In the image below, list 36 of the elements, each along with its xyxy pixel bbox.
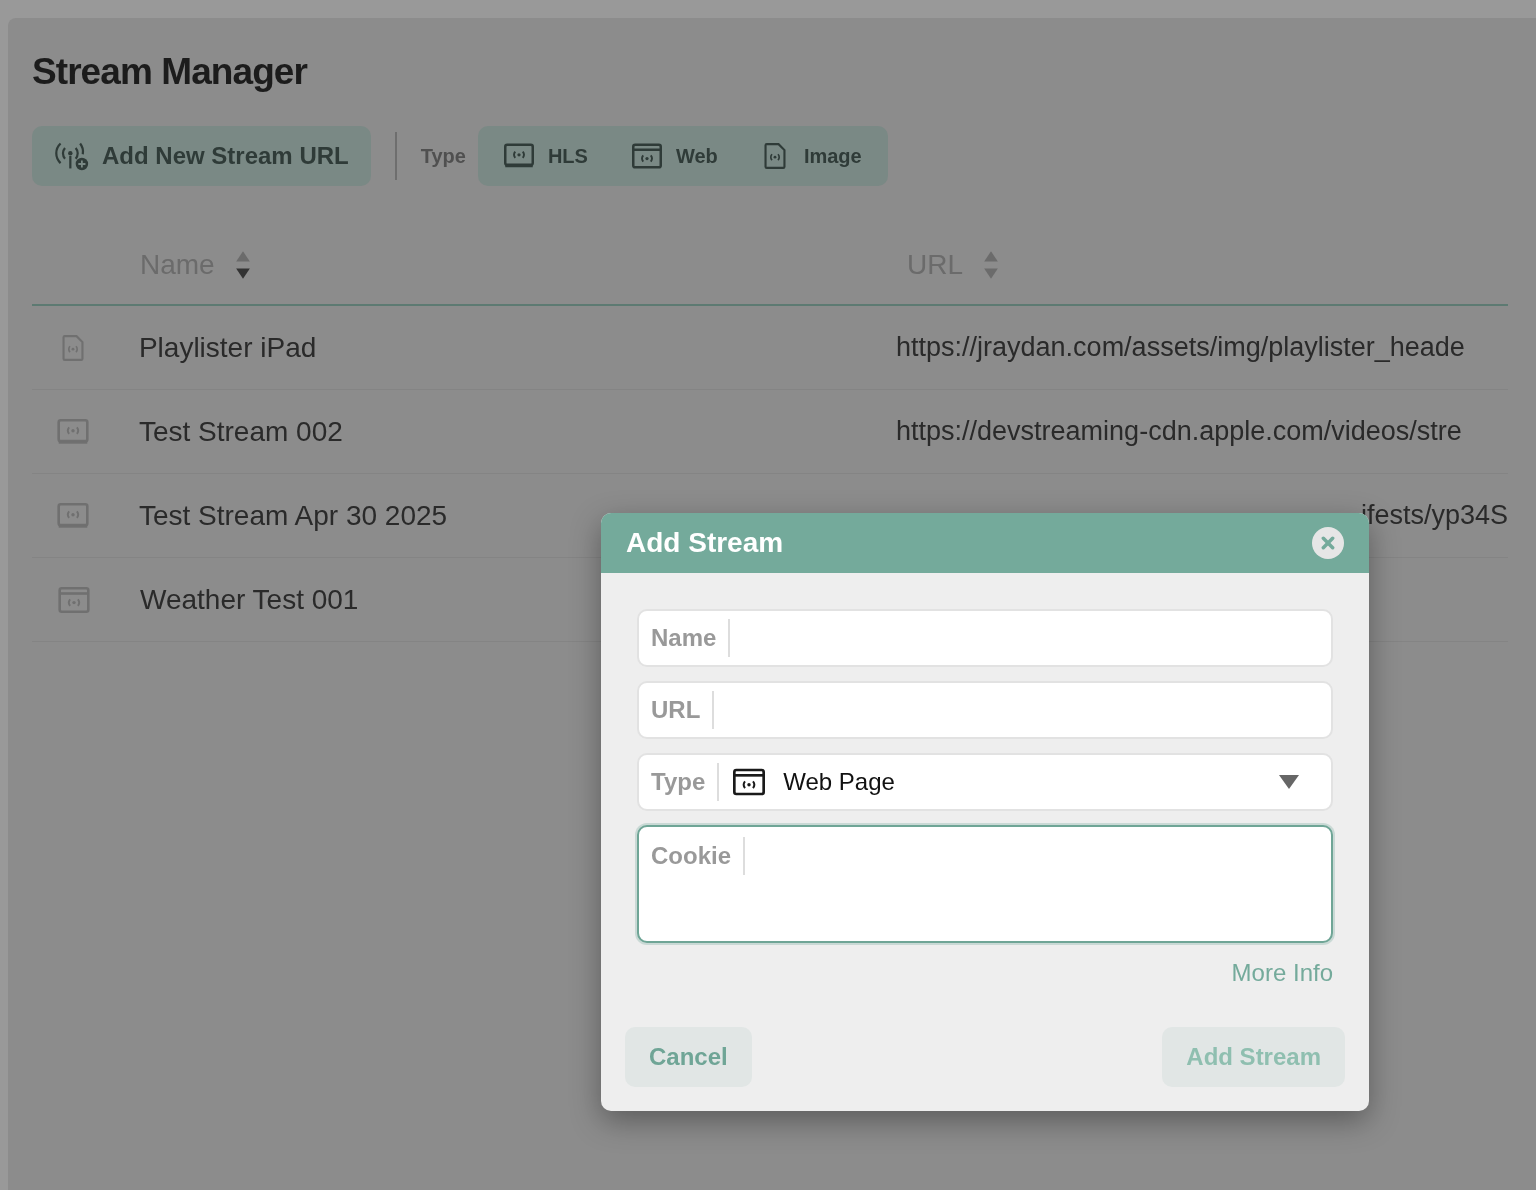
- field-label: Name: [651, 619, 731, 657]
- field-label: URL: [651, 691, 715, 729]
- table-cell-text: Playlister iPad: [138, 330, 318, 365]
- type-filter-label: Type: [420, 144, 466, 169]
- browser-window-icon: [631, 143, 662, 169]
- type-select[interactable]: Type Web Page: [637, 753, 1333, 811]
- type-filter-button[interactable]: HLS: [489, 134, 610, 178]
- add-stream-button[interactable]: Add New Stream URL: [32, 126, 371, 186]
- dialog-title: Add Stream: [626, 526, 784, 560]
- text-field[interactable]: URL: [637, 681, 1333, 739]
- type-filter-button[interactable]: Web: [617, 134, 738, 178]
- file-icon: [62, 334, 85, 361]
- field-label: Cookie: [651, 837, 745, 875]
- table-cell-text: Weather Test 001: [140, 582, 360, 617]
- cancel-button[interactable]: Cancel: [625, 1027, 752, 1087]
- table-cell-text: Test Stream Apr 30 2025: [138, 498, 449, 533]
- close-button[interactable]: [1312, 527, 1344, 559]
- page-title: Stream Manager: [32, 50, 309, 94]
- table-cell-text: https://devstreaming-cdn.apple.com/videos/stre: [896, 415, 1462, 449]
- browser-window-icon: [733, 768, 766, 796]
- text-field[interactable]: Name: [637, 609, 1333, 667]
- select-value: Web Page: [783, 767, 896, 797]
- screen-icon: [57, 418, 90, 445]
- browser-window-icon: [58, 586, 90, 613]
- table-cell-text: ifests/yp34S: [1360, 499, 1508, 533]
- sort-icon[interactable]: [234, 250, 251, 280]
- screen-icon: [503, 143, 534, 169]
- table-cell-text: https://jraydan.com/assets/img/playlister_heade: [896, 331, 1465, 365]
- screen-icon: [57, 502, 90, 529]
- field-label: Type: [651, 763, 720, 801]
- table-cell-text: Test Stream 002: [138, 414, 344, 449]
- dropdown-caret-icon: [1279, 775, 1299, 789]
- more-info-link[interactable]: More Info: [1231, 955, 1333, 991]
- cookie-field[interactable]: Cookie: [637, 825, 1333, 943]
- type-filter-button[interactable]: Image: [745, 134, 876, 178]
- close-icon: [1321, 536, 1335, 550]
